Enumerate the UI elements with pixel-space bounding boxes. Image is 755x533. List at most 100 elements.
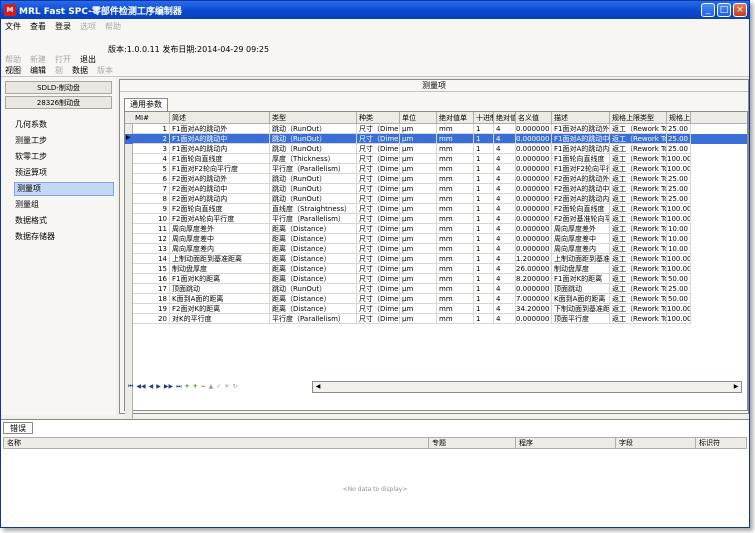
table-cell[interactable]: 0.000000 <box>516 234 552 244</box>
table-row[interactable]: ▶ 2 F1面对A的跳动中 跳动（RunOut） 尺寸（Dime μm mm 1 4 0.0000… <box>125 134 747 144</box>
table-cell[interactable]: 尺寸（Dime <box>357 204 400 214</box>
table-cell[interactable]: 2 <box>133 134 170 144</box>
table-cell[interactable]: 返工（Rework Toll <box>610 194 667 204</box>
table-row[interactable]: 4 F1面轮向直线度 厚度（Thickness） 尺寸（Dime μm mm 1 4 0.000… <box>125 154 747 164</box>
table-cell[interactable]: 20 <box>133 314 170 324</box>
version-tab[interactable]: 版本 <box>97 65 113 76</box>
table-cell[interactable]: 1 <box>474 214 494 224</box>
table-cell[interactable]: 返工（Rework Toll <box>610 154 667 164</box>
grid-col-header[interactable]: 十进制 <box>474 112 494 124</box>
table-cell[interactable]: 1 <box>474 184 494 194</box>
table-cell[interactable]: 4 <box>494 244 516 254</box>
table-cell[interactable]: 0.000000 <box>516 244 552 254</box>
menu-login[interactable]: 登录 <box>55 21 71 32</box>
table-cell[interactable]: F1面对A的跳动内 <box>170 144 270 154</box>
table-cell[interactable]: 1 <box>474 164 494 174</box>
table-cell[interactable]: 制动盘厚度 <box>170 264 270 274</box>
table-cell[interactable]: 4 <box>494 294 516 304</box>
table-row[interactable]: 12 周向厚度差中 距离（Distance） 尺寸（Dime μm mm 1 4 0.00000… <box>125 234 747 244</box>
table-cell[interactable]: mm <box>437 254 474 264</box>
table-cell[interactable]: 1 <box>474 124 494 134</box>
table-row[interactable]: 3 F1面对A的跳动内 跳动（RunOut） 尺寸（Dime μm mm 1 4 0.00000… <box>125 144 747 154</box>
table-cell[interactable]: F1面对A的跳动中 <box>170 134 270 144</box>
table-cell[interactable]: 0.000000 <box>516 124 552 134</box>
minimize-button[interactable]: _ <box>701 3 715 17</box>
open-button[interactable]: 打开 <box>55 54 71 65</box>
table-cell[interactable]: F1面对A的跳动外 <box>552 124 610 134</box>
table-cell[interactable]: 尺寸（Dime <box>357 164 400 174</box>
table-cell[interactable]: 距离（Distance） <box>270 304 357 314</box>
table-cell[interactable]: 尺寸（Dime <box>357 284 400 294</box>
table-cell[interactable]: 1 <box>474 274 494 284</box>
table-cell[interactable]: 返工（Rework Toll <box>610 234 667 244</box>
table-cell[interactable]: 7 <box>133 184 170 194</box>
table-cell[interactable]: mm <box>437 154 474 164</box>
table-cell[interactable]: 返工（Rework Toll <box>610 304 667 314</box>
table-cell[interactable]: 返工（Rework Toll <box>610 164 667 174</box>
table-cell[interactable]: 12 <box>133 234 170 244</box>
table-cell[interactable]: 4 <box>494 254 516 264</box>
horizontal-scrollbar[interactable]: ◀ ▶ <box>312 381 742 393</box>
table-cell[interactable]: 尺寸（Dime <box>357 154 400 164</box>
table-cell[interactable]: μm <box>400 274 437 284</box>
table-cell[interactable]: 4 <box>494 204 516 214</box>
table-cell[interactable]: 10.00 <box>667 244 691 254</box>
table-cell[interactable]: 跳动（RunOut） <box>270 124 357 134</box>
table-cell[interactable]: mm <box>437 284 474 294</box>
table-row[interactable]: 7 F2面对A的跳动中 跳动（RunOut） 尺寸（Dime μm mm 1 4 0.00000… <box>125 184 747 194</box>
table-cell[interactable]: 返工（Rework Toll <box>610 214 667 224</box>
part-button-28326[interactable]: 28326制动盘 <box>5 96 112 109</box>
nav-prev-page-icon[interactable]: ◀◀ <box>136 383 145 391</box>
table-row[interactable]: 5 F1面对F2轮向平行度 平行度（Parallelism） 尺寸（Dime μm mm 1… <box>125 164 747 174</box>
table-cell[interactable]: μm <box>400 264 437 274</box>
sidebar-item-measure-group[interactable]: 测量组 <box>15 199 39 210</box>
scroll-left-icon[interactable]: ◀ <box>313 382 323 392</box>
table-cell[interactable]: 4 <box>494 304 516 314</box>
table-cell[interactable]: 1 <box>474 244 494 254</box>
table-row[interactable]: 1 F1面对A的跳动外 跳动（RunOut） 尺寸（Dime μm mm 1 4 0.00000… <box>125 124 747 134</box>
grid-col-header[interactable]: 规格上限类型 <box>610 112 667 124</box>
error-col-field[interactable]: 字段 <box>616 438 696 449</box>
table-row[interactable]: 16 F1面对K的距离 距离（Distance） 尺寸（Dime μm mm 1 4 8.200… <box>125 274 747 284</box>
sidebar-item-pre-calc[interactable]: 预运算项 <box>15 167 47 178</box>
table-cell[interactable]: 50.00 <box>667 274 691 284</box>
table-cell[interactable]: 0.000000 <box>516 134 552 144</box>
table-cell[interactable]: mm <box>437 234 474 244</box>
table-cell[interactable]: mm <box>437 264 474 274</box>
table-cell[interactable]: 50.00 <box>667 294 691 304</box>
table-cell[interactable]: F2面轮向直线度 <box>170 204 270 214</box>
table-cell[interactable]: 0.000000 <box>516 184 552 194</box>
table-row[interactable]: 11 周向厚度差外 距离（Distance） 尺寸（Dime μm mm 1 4 0.00000… <box>125 224 747 234</box>
table-cell[interactable]: F1面对K的距离 <box>170 274 270 284</box>
table-cell[interactable]: 5 <box>133 164 170 174</box>
table-cell[interactable]: μm <box>400 254 437 264</box>
table-cell[interactable]: 返工（Rework Toll <box>610 174 667 184</box>
table-cell[interactable]: 上制动面距到基准距离 <box>170 254 270 264</box>
nav-next-icon[interactable]: ▶ <box>156 383 161 391</box>
table-cell[interactable]: 尺寸（Dime <box>357 254 400 264</box>
table-cell[interactable]: 尺寸（Dime <box>357 194 400 204</box>
table-cell[interactable]: mm <box>437 224 474 234</box>
table-cell[interactable]: 制动盘厚度 <box>552 264 610 274</box>
table-cell[interactable]: 返工（Rework Toll <box>610 204 667 214</box>
table-cell[interactable]: 1 <box>474 314 494 324</box>
table-cell[interactable]: F2面对A的跳动中 <box>552 184 610 194</box>
table-cell[interactable]: F2面轮向直线度 <box>552 204 610 214</box>
table-cell[interactable]: 4 <box>494 224 516 234</box>
table-cell[interactable]: 1 <box>474 194 494 204</box>
table-cell[interactable]: 4 <box>494 234 516 244</box>
table-cell[interactable]: 尺寸（Dime <box>357 244 400 254</box>
table-cell[interactable]: 100.00 <box>667 304 691 314</box>
table-cell[interactable]: 13 <box>133 244 170 254</box>
table-cell[interactable]: 4 <box>494 154 516 164</box>
table-cell[interactable]: 11 <box>133 224 170 234</box>
error-col-program[interactable]: 程序 <box>516 438 616 449</box>
table-cell[interactable]: 距离（Distance） <box>270 294 357 304</box>
table-cell[interactable]: μm <box>400 174 437 184</box>
table-cell[interactable]: 1 <box>474 154 494 164</box>
table-cell[interactable]: mm <box>437 124 474 134</box>
tab-errors[interactable]: 错误 <box>3 422 33 434</box>
table-cell[interactable]: 1 <box>474 134 494 144</box>
table-cell[interactable]: 跳动（RunOut） <box>270 284 357 294</box>
table-cell[interactable]: 0.000000 <box>516 154 552 164</box>
